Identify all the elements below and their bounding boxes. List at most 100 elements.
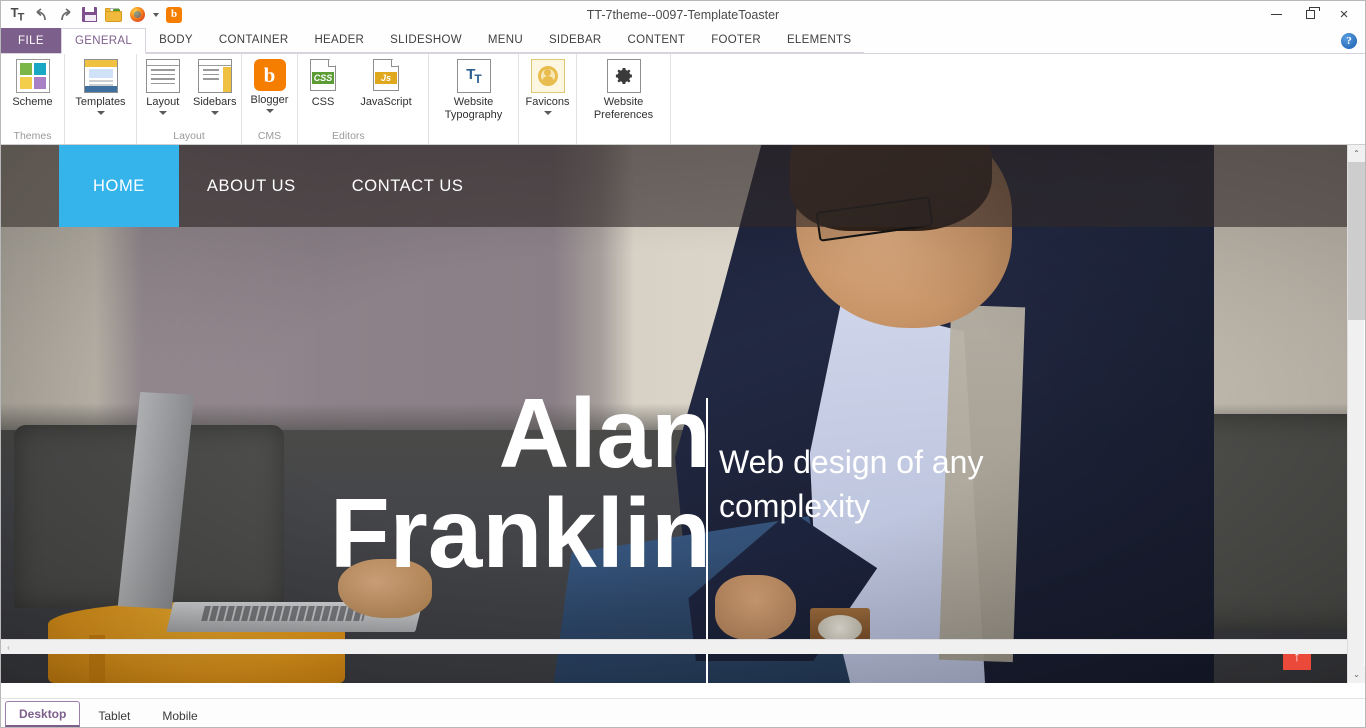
sidebars-icon [197,59,232,93]
blogger-dropdown-caret[interactable] [265,109,274,113]
device-tab-desktop[interactable]: Desktop [5,701,81,727]
close-button[interactable]: × [1327,2,1361,28]
js-badge: Js [375,72,397,84]
favicons-button[interactable]: Favicons [519,54,576,115]
blogger-quick-icon[interactable]: b [162,3,186,26]
minimize-button[interactable] [1259,2,1293,28]
js-file-icon: Js [371,59,401,93]
group-label-editors: Editors [332,129,365,142]
blogger-button[interactable]: b Blogger [242,54,297,113]
tab-menu[interactable]: MENU [474,28,536,53]
sidebars-button[interactable]: Sidebars [189,54,242,115]
tab-general[interactable]: GENERAL [61,28,147,54]
minimize-icon [1270,13,1282,16]
color-scheme-icon [15,59,50,93]
website-nav-item-contact-us[interactable]: CONTACT US [324,145,492,227]
templatetoaster-window: TT b TT-7theme--0097-TemplateToaster × F… [0,0,1366,728]
device-tab-mobile[interactable]: Mobile [148,705,211,727]
blogger-glyph: b [166,6,182,23]
favicons-label: Favicons [525,96,570,108]
undo-glyph [35,7,46,20]
templates-icon [83,59,118,93]
website-typography-button[interactable]: TT Website Typography [429,54,518,122]
window-controls: × [1259,1,1361,28]
layout-icon [145,59,180,93]
scroll-down-arrow-icon[interactable]: ⌄ [1348,666,1365,683]
folder-glyph [104,7,122,22]
title-bar: TT b TT-7theme--0097-TemplateToaster × [1,1,1365,28]
gear-icon [606,59,641,93]
javascript-label: JavaScript [360,96,412,108]
ribbon-panel: Scheme Themes Templates Layout Sidebars … [1,54,1365,145]
group-label-templates [65,126,136,144]
firefox-preview-icon[interactable] [125,3,149,26]
ribbon-group-layout: Layout Sidebars Layout [137,54,242,144]
website-nav-item-about-us[interactable]: ABOUT US [179,145,324,227]
tab-elements[interactable]: ELEMENTS [773,28,865,53]
group-label-favicons [519,126,576,144]
scheme-label: Scheme [12,96,53,108]
website-preferences-button[interactable]: Website Preferences [577,54,670,122]
tab-container[interactable]: CONTAINER [205,28,302,53]
favicons-dropdown-caret[interactable] [543,111,552,115]
group-label-layout: Layout [173,129,205,142]
layout-label: Layout [146,96,180,108]
css-file-icon: CSS [308,59,338,93]
javascript-editor-button[interactable]: Js JavaScript [348,54,424,109]
chevron-down-icon [152,12,159,17]
tab-body[interactable]: BODY [146,28,206,53]
tab-header[interactable]: HEADER [301,28,378,53]
website-nav-bar: HOME ABOUT US CONTACT US [1,145,1349,227]
templates-label: Templates [75,96,126,108]
website-preview-canvas[interactable]: HOME ABOUT US CONTACT US Alan Franklin W… [1,145,1349,683]
group-label-typography [429,126,518,144]
redo-glyph [60,7,71,20]
undo-icon[interactable] [29,3,53,26]
redo-icon[interactable] [53,3,77,26]
help-icon[interactable]: ? [1341,33,1357,49]
scroll-up-arrow-icon[interactable]: ⌃ [1348,145,1365,162]
tab-file[interactable]: FILE [1,28,61,53]
css-badge: CSS [312,72,334,84]
css-label: CSS [311,96,335,108]
vertical-scrollbar[interactable]: ⌃ ⌄ [1347,145,1365,683]
sidebars-label: Sidebars [193,96,237,108]
templates-dropdown-caret[interactable] [96,111,105,115]
tab-content[interactable]: CONTENT [614,28,699,53]
tab-footer[interactable]: FOOTER [698,28,774,53]
typography-quick-icon[interactable]: TT [5,3,29,26]
ribbon-group-editors: CSS CSS Js JavaScript Editors [298,54,429,144]
open-folder-icon[interactable] [101,3,125,26]
layout-dropdown-caret[interactable] [158,111,167,115]
status-bar: Desktop Tablet Mobile [1,698,1365,727]
ribbon-group-favicons: Favicons [519,54,577,144]
device-tab-tablet[interactable]: Tablet [84,705,144,727]
tab-sidebar[interactable]: SIDEBAR [535,28,615,53]
scroll-left-arrow-icon[interactable]: ‹ [1,640,16,655]
blogger-label: Blogger [250,94,289,106]
website-preferences-label: Website Preferences [593,96,654,121]
preview-dropdown-caret[interactable] [149,3,162,26]
website-nav-logo-area[interactable] [1,145,59,227]
group-label-themes: Themes [13,129,52,142]
save-icon[interactable] [77,3,101,26]
vertical-scrollbar-thumb[interactable] [1348,162,1365,320]
horizontal-scrollbar[interactable]: ‹ [1,639,1349,654]
restore-button[interactable] [1293,2,1327,28]
blogger-icon: b [253,59,286,91]
css-editor-button[interactable]: CSS CSS [298,54,348,109]
floppy-disk-glyph [81,7,97,22]
tab-slideshow[interactable]: SLIDESHOW [377,28,475,53]
website-typography-icon: TT [456,59,491,93]
favicons-icon [530,59,565,93]
ribbon-group-templates: Templates [65,54,137,144]
firefox-glyph [129,7,145,22]
templates-button[interactable]: Templates [65,54,136,115]
sidebars-dropdown-caret[interactable] [210,111,219,115]
scheme-button[interactable]: Scheme [1,54,64,109]
website-nav-item-home[interactable]: HOME [59,145,179,227]
restore-icon [1305,7,1320,19]
group-label-preferences [577,126,670,144]
layout-button[interactable]: Layout [137,54,189,115]
gear-glyph [615,68,632,84]
